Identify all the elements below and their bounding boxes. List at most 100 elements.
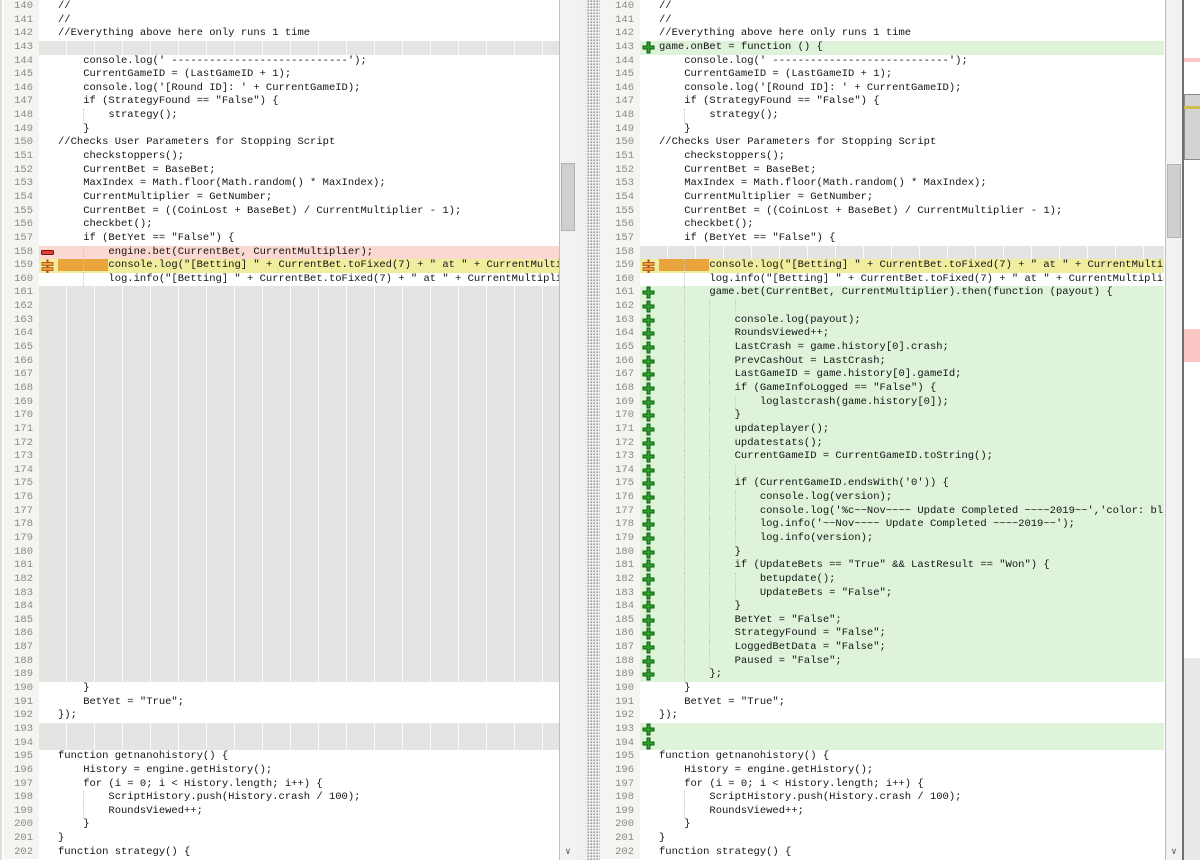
code-text[interactable]: if (StrategyFound == "False") { [659, 95, 1164, 109]
code-text[interactable] [58, 559, 559, 573]
code-text[interactable] [58, 655, 559, 669]
code-text[interactable]: LoggedBetData = "False"; [659, 641, 1164, 655]
code-text[interactable]: } [659, 546, 1164, 560]
code-text[interactable]: //Checks User Parameters for Stopping Sc… [58, 136, 559, 150]
code-text[interactable] [58, 396, 559, 410]
code-text[interactable]: console.log('[Round ID]: ' + CurrentGame… [659, 82, 1164, 96]
code-text[interactable] [58, 532, 559, 546]
code-text[interactable]: LastGameID = game.history[0].gameId; [659, 368, 1164, 382]
code-text[interactable]: // [659, 0, 1164, 14]
code-text[interactable] [58, 41, 559, 55]
code-text[interactable]: function strategy() { [58, 846, 559, 860]
code-text[interactable]: console.log("[Betting] " + CurrentBet.to… [58, 259, 559, 273]
code-text[interactable]: if (BetYet == "False") { [659, 232, 1164, 246]
code-text[interactable]: if (BetYet == "False") { [58, 232, 559, 246]
code-text[interactable] [58, 437, 559, 451]
code-text[interactable]: log.info("[Betting] " + CurrentBet.toFix… [58, 273, 559, 287]
code-text[interactable]: RoundsViewed++; [659, 327, 1164, 341]
code-text[interactable] [58, 300, 559, 314]
code-text[interactable]: checkstoppers(); [659, 150, 1164, 164]
code-text[interactable] [58, 491, 559, 505]
code-text[interactable] [58, 600, 559, 614]
code-text[interactable]: } [659, 123, 1164, 137]
code-text[interactable]: engine.bet(CurrentBet, CurrentMultiplier… [58, 246, 559, 260]
code-text[interactable] [58, 505, 559, 519]
code-text[interactable]: //Everything above here only runs 1 time [58, 27, 559, 41]
code-text[interactable]: // [58, 14, 559, 28]
code-text[interactable] [659, 464, 1164, 478]
code-text[interactable] [58, 546, 559, 560]
code-text[interactable]: } [58, 818, 559, 832]
code-text[interactable]: } [58, 832, 559, 846]
code-text[interactable] [58, 341, 559, 355]
code-text[interactable]: History = engine.getHistory(); [58, 764, 559, 778]
code-text[interactable] [58, 314, 559, 328]
right-scroll-down-button[interactable]: ∨ [1166, 844, 1182, 860]
left-pane-scrollbar[interactable]: ∨ [559, 0, 576, 860]
code-text[interactable]: // [58, 0, 559, 14]
code-text[interactable]: console.log('[Round ID]: ' + CurrentGame… [58, 82, 559, 96]
code-text[interactable]: RoundsViewed++; [58, 805, 559, 819]
code-text[interactable] [58, 614, 559, 628]
code-text[interactable]: CurrentBet = ((CoinLost + BaseBet) / Cur… [58, 205, 559, 219]
code-text[interactable]: checkbet(); [58, 218, 559, 232]
code-text[interactable]: if (UpdateBets == "True" && LastResult =… [659, 559, 1164, 573]
code-text[interactable]: checkstoppers(); [58, 150, 559, 164]
code-text[interactable]: loglastcrash(game.history[0]); [659, 396, 1164, 410]
code-text[interactable] [58, 641, 559, 655]
code-text[interactable]: RoundsViewed++; [659, 805, 1164, 819]
code-text[interactable]: } [659, 409, 1164, 423]
code-text[interactable]: if (GameInfoLogged == "False") { [659, 382, 1164, 396]
left-scrollbar-thumb[interactable] [561, 163, 575, 231]
overview-mark-changed[interactable] [1184, 106, 1200, 109]
code-text[interactable] [58, 587, 559, 601]
right-pane-scrollbar[interactable]: ∨ [1165, 0, 1182, 860]
code-text[interactable] [58, 450, 559, 464]
code-text[interactable]: } [659, 832, 1164, 846]
code-text[interactable]: MaxIndex = Math.floor(Math.random() * Ma… [58, 177, 559, 191]
code-text[interactable]: log.info(version); [659, 532, 1164, 546]
overview-mark-removed[interactable] [1184, 58, 1200, 62]
code-text[interactable]: console.log(' --------------------------… [659, 55, 1164, 69]
code-text[interactable]: }); [58, 709, 559, 723]
code-text[interactable]: CurrentGameID = (LastGameID + 1); [659, 68, 1164, 82]
code-text[interactable]: game.bet(CurrentBet, CurrentMultiplier).… [659, 286, 1164, 300]
code-text[interactable]: Paused = "False"; [659, 655, 1164, 669]
code-text[interactable] [659, 246, 1164, 260]
code-text[interactable] [58, 477, 559, 491]
code-text[interactable]: } [659, 682, 1164, 696]
code-text[interactable]: PrevCashOut = LastCrash; [659, 355, 1164, 369]
code-text[interactable] [58, 464, 559, 478]
code-text[interactable]: BetYet = "True"; [659, 696, 1164, 710]
code-text[interactable] [58, 627, 559, 641]
code-text[interactable]: CurrentBet = BaseBet; [659, 164, 1164, 178]
code-text[interactable]: CurrentBet = ((CoinLost + BaseBet) / Cur… [659, 205, 1164, 219]
code-text[interactable]: }); [659, 709, 1164, 723]
code-text[interactable] [58, 723, 559, 737]
code-text[interactable]: }; [659, 668, 1164, 682]
code-text[interactable]: betupdate(); [659, 573, 1164, 587]
code-text[interactable]: if (StrategyFound == "False") { [58, 95, 559, 109]
pane-splitter[interactable] [576, 0, 600, 860]
code-text[interactable]: game.onBet = function () { [659, 41, 1164, 55]
code-text[interactable]: MaxIndex = Math.floor(Math.random() * Ma… [659, 177, 1164, 191]
code-text[interactable]: for (i = 0; i < History.length; i++) { [659, 778, 1164, 792]
code-text[interactable]: log.info("[Betting] " + CurrentBet.toFix… [659, 273, 1164, 287]
code-text[interactable]: UpdateBets = "False"; [659, 587, 1164, 601]
code-text[interactable] [58, 423, 559, 437]
left-scroll-down-button[interactable]: ∨ [560, 844, 576, 860]
code-text[interactable]: CurrentMultiplier = GetNumber; [58, 191, 559, 205]
code-text[interactable]: console.log("[Betting] " + CurrentBet.to… [659, 259, 1164, 273]
code-text[interactable]: ScriptHistory.push(History.crash / 100); [58, 791, 559, 805]
overview-mark-view_frame[interactable] [1184, 94, 1200, 160]
code-text[interactable]: console.log(payout); [659, 314, 1164, 328]
code-text[interactable]: console.log(' --------------------------… [58, 55, 559, 69]
code-text[interactable]: StrategyFound = "False"; [659, 627, 1164, 641]
overview-mark-end_gap[interactable] [1184, 658, 1200, 860]
overview-mark-removed[interactable] [1184, 329, 1200, 362]
code-text[interactable]: //Checks User Parameters for Stopping Sc… [659, 136, 1164, 150]
code-text[interactable]: // [659, 14, 1164, 28]
code-text[interactable] [659, 723, 1164, 737]
code-text[interactable]: History = engine.getHistory(); [659, 764, 1164, 778]
code-text[interactable] [58, 355, 559, 369]
